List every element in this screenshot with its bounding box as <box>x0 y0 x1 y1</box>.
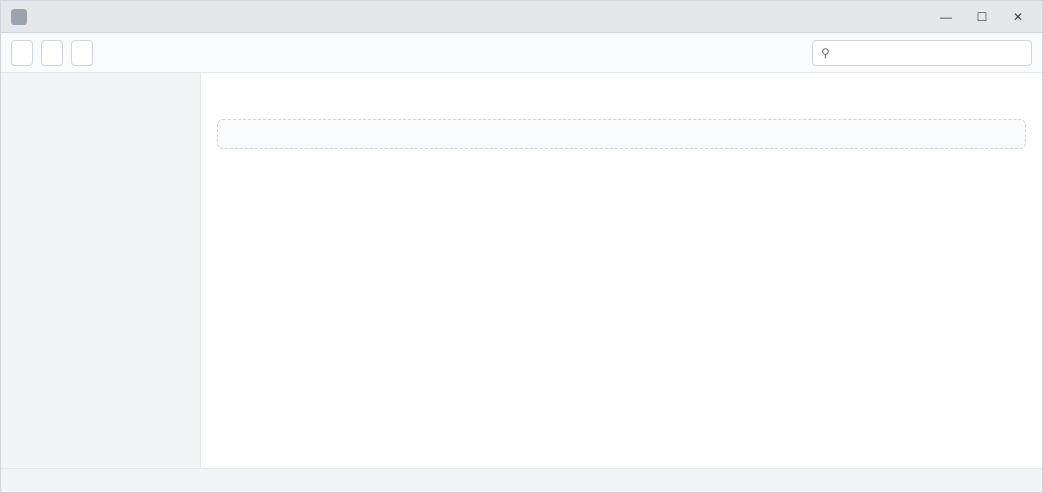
search-icon: ⚲ <box>821 45 830 60</box>
sidebar-item-5[interactable] <box>1 201 200 231</box>
page-title <box>217 87 1026 109</box>
title-bar: — ☐ ✕ <box>1 1 1042 33</box>
maximize-icon[interactable]: ☐ <box>968 6 996 28</box>
main-panel <box>201 73 1042 468</box>
search-box: ⚲ <box>812 39 1032 66</box>
toolbar-button-3[interactable] <box>71 39 93 66</box>
app-icon <box>11 8 27 25</box>
search-input[interactable] <box>835 45 1023 60</box>
status-bar <box>1 468 1042 492</box>
sidebar-item-1[interactable] <box>1 81 200 111</box>
app-window: — ☐ ✕ ⚲ <box>0 0 1043 493</box>
sidebar-item-2[interactable] <box>1 111 200 141</box>
close-icon[interactable]: ✕ <box>1004 6 1032 28</box>
minimize-icon[interactable]: — <box>932 6 960 28</box>
sidebar-item-4[interactable] <box>1 171 200 201</box>
sidebar <box>1 73 201 468</box>
toolbar-button-1[interactable] <box>11 39 33 66</box>
content-area <box>1 73 1042 468</box>
sidebar-item-3[interactable] <box>1 141 200 171</box>
main-content <box>217 119 1026 149</box>
toolbar: ⚲ <box>1 33 1042 73</box>
toolbar-button-2[interactable] <box>41 39 63 66</box>
